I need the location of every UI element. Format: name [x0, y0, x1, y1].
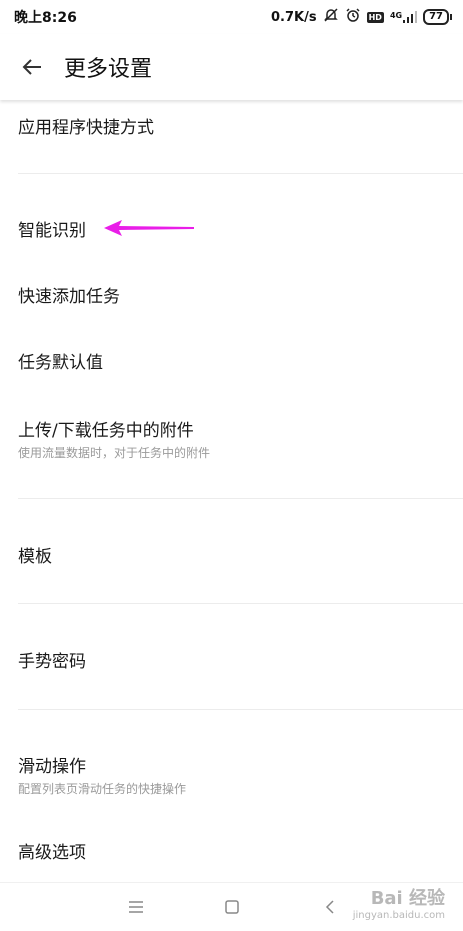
battery-level: 77 — [429, 11, 443, 22]
settings-item-gesture-password[interactable]: 手势密码 — [0, 631, 463, 687]
divider — [18, 498, 463, 499]
settings-item-smart-recognition[interactable]: 智能识别 — [0, 200, 463, 256]
hd-badge: HD — [366, 11, 384, 23]
chevron-left-icon — [325, 900, 334, 914]
item-subtitle: 配置列表页滑动任务的快捷操作 — [18, 782, 187, 796]
arrow-left-icon — [22, 59, 41, 75]
item-title: 上传/下载任务中的附件 — [18, 421, 194, 441]
menu-button[interactable] — [116, 893, 156, 921]
item-title: 智能识别 — [18, 221, 86, 241]
divider — [18, 709, 463, 710]
item-title: 任务默认值 — [18, 353, 103, 373]
status-icons: 0.7K/s HD 4G 77 — [271, 7, 452, 27]
settings-item-app-shortcuts[interactable]: 应用程序快捷方式 — [0, 100, 463, 172]
watermark: Bai 经验 jingyan.baidu.com — [353, 884, 445, 921]
item-title: 滑动操作 — [18, 757, 86, 777]
network-speed: 0.7K/s — [271, 9, 317, 25]
watermark-sub: jingyan.baidu.com — [352, 910, 445, 921]
item-title: 应用程序快捷方式 — [18, 118, 154, 138]
divider — [18, 173, 463, 174]
item-title: 模板 — [18, 547, 52, 567]
item-title: 高级选项 — [18, 843, 86, 863]
alarm-icon — [345, 7, 361, 27]
settings-item-templates[interactable]: 模板 — [0, 526, 463, 582]
mute-icon — [323, 7, 339, 27]
status-time: 晚上8:26 — [14, 10, 77, 26]
item-title: 快速添加任务 — [18, 287, 120, 307]
settings-item-advanced-options[interactable]: 高级选项 — [0, 822, 463, 878]
back-nav-button[interactable] — [310, 893, 350, 921]
battery-icon: 77 — [423, 9, 452, 25]
page-title: 更多设置 — [64, 57, 153, 82]
settings-item-quick-add-task[interactable]: 快速添加任务 — [0, 266, 463, 322]
square-icon — [225, 900, 239, 914]
watermark-main: Bai 经验 — [370, 888, 445, 909]
item-subtitle: 使用流量数据时，对于任务中的附件 — [18, 446, 211, 460]
settings-item-attachments[interactable]: 上传/下载任务中的附件 使用流量数据时，对于任务中的附件 — [0, 400, 463, 470]
app-bar: 更多设置 — [0, 34, 463, 100]
menu-icon — [129, 901, 143, 913]
settings-item-task-defaults[interactable]: 任务默认值 — [0, 332, 463, 388]
status-bar: 晚上8:26 0.7K/s HD 4G 77 — [0, 0, 463, 34]
item-title: 手势密码 — [18, 652, 86, 672]
home-button[interactable] — [212, 893, 252, 921]
divider — [18, 603, 463, 604]
signal-icon: 4G — [389, 11, 418, 23]
network-type: 4G — [389, 11, 403, 20]
back-button[interactable] — [0, 34, 64, 100]
settings-item-swipe-actions[interactable]: 滑动操作 配置列表页滑动任务的快捷操作 — [0, 736, 463, 806]
annotation-arrow-icon — [104, 220, 194, 236]
